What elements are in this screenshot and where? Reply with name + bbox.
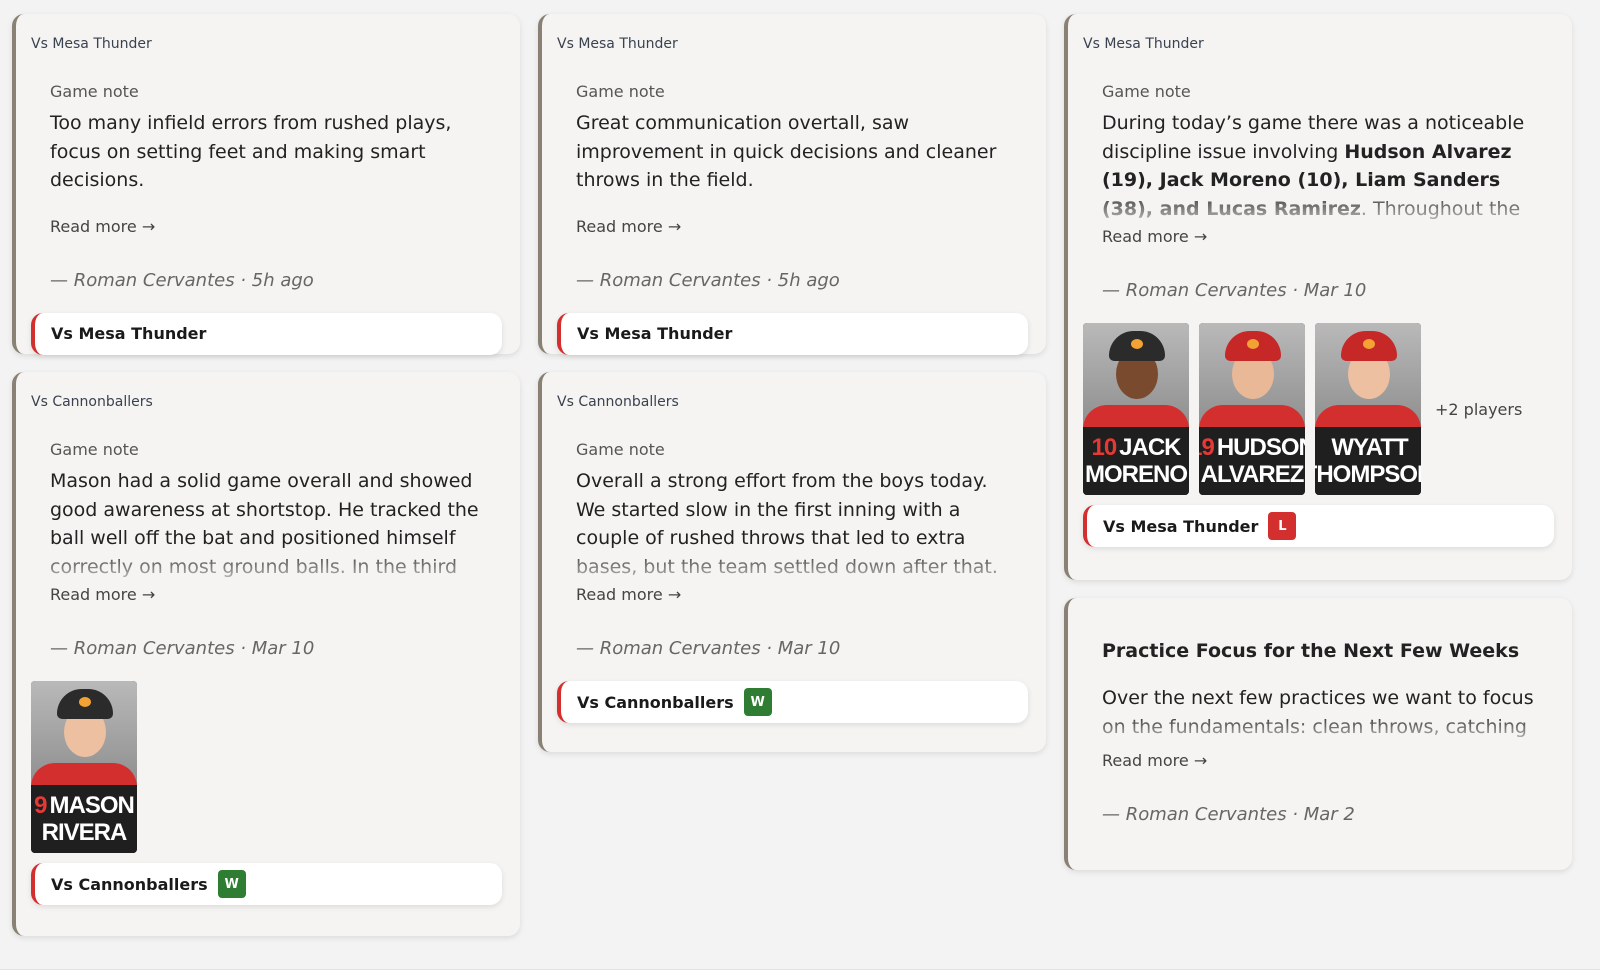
player-last-name: ALVAREZ — [1200, 461, 1305, 488]
player-card[interactable]: 19HUDSONALVAREZ — [1199, 323, 1305, 495]
note-type-label: Game note — [50, 82, 139, 101]
game-tag[interactable]: Vs Mesa Thunder L — [1083, 505, 1554, 547]
note-text: Over the next few practices we want to f… — [1102, 687, 1534, 738]
read-more-link[interactable]: Read more → — [576, 217, 681, 236]
player-card[interactable]: WYATTTHOMPSON — [1315, 323, 1421, 495]
note-body: Game note During today’s game there was … — [1083, 82, 1554, 301]
player-nameplate: WYATTTHOMPSON — [1315, 427, 1421, 495]
column-middle: Vs Mesa Thunder Game note Great communic… — [538, 14, 1046, 770]
player-number: 19 — [1199, 434, 1215, 461]
game-note-card[interactable]: Vs Mesa Thunder Game note Too many infie… — [12, 14, 520, 355]
player-card[interactable]: 9 MASON RIVERA — [31, 681, 137, 853]
game-tag-label: Vs Cannonballers — [51, 874, 208, 894]
column-left: Vs Mesa Thunder Game note Too many infie… — [12, 14, 520, 954]
player-nameplate: 10 JACK MORENO — [1083, 427, 1189, 495]
author-byline: — Roman Cervantes · 5h ago — [50, 269, 314, 291]
note-text: During today’s game there was a noticeab… — [1102, 109, 1546, 223]
game-tag-label: Vs Mesa Thunder — [1103, 516, 1259, 536]
game-tag-label: Vs Cannonballers — [577, 692, 734, 712]
author-byline: — Roman Cervantes · Mar 10 — [50, 638, 315, 659]
game-tag[interactable]: Vs Cannonballers W — [31, 863, 502, 905]
player-last-name: RIVERA — [41, 819, 128, 846]
player-photo — [1199, 323, 1305, 429]
game-tag[interactable]: Vs Mesa Thunder — [557, 312, 1028, 355]
game-note-card[interactable]: Vs Mesa Thunder Game note Great communic… — [538, 14, 1046, 355]
note-body: Game note Mason had a solid game overall… — [31, 440, 502, 659]
player-last-name: MORENO — [1085, 461, 1188, 488]
note-body: Practice Focus for the Next Few Weeks Ov… — [1083, 640, 1554, 825]
player-first-name: WYATT — [1331, 434, 1408, 461]
game-note-card[interactable]: Vs Cannonballers Game note Mason had a s… — [12, 372, 520, 936]
note-type-label: Game note — [1102, 82, 1191, 101]
game-tag[interactable]: Vs Mesa Thunder — [31, 312, 502, 355]
bottom-edge — [0, 969, 1600, 980]
player-number: 10 — [1091, 434, 1117, 461]
player-list: 10JACKMORENO19HUDSONALVAREZWYATTTHOMPSON… — [1083, 323, 1554, 495]
card-header: Vs Mesa Thunder — [1083, 36, 1204, 52]
author-byline: — Roman Cervantes · Mar 10 — [576, 638, 841, 659]
card-header: Vs Cannonballers — [31, 394, 153, 410]
author-byline: — Roman Cervantes · 5h ago — [576, 269, 840, 291]
note-body: Game note Great communication overtall, … — [557, 82, 1028, 291]
note-text: Too many infield errors from rushed play… — [50, 112, 452, 191]
note-type-label: Game note — [576, 82, 665, 101]
player-list: 9 MASON RIVERA — [31, 681, 502, 853]
game-note-card[interactable]: Vs Cannonballers Game note Overall a str… — [538, 372, 1046, 752]
player-photo — [31, 681, 137, 787]
note-type-label: Game note — [50, 440, 139, 459]
player-photo — [1315, 323, 1421, 429]
player-card[interactable]: 10 JACK MORENO — [1083, 323, 1189, 495]
result-badge: W — [743, 688, 772, 716]
player-last-name: THOMPSON — [1315, 461, 1421, 488]
note-type-label: Game note — [576, 440, 665, 459]
practice-note-card[interactable]: Practice Focus for the Next Few Weeks Ov… — [1064, 598, 1572, 870]
author-byline: — Roman Cervantes · Mar 2 — [1102, 804, 1355, 825]
more-players-link[interactable]: +2 players — [1435, 400, 1522, 419]
card-header: Vs Mesa Thunder — [31, 36, 152, 52]
player-first-name: HUDSON — [1216, 434, 1305, 461]
player-nameplate: 9 MASON RIVERA — [31, 785, 137, 853]
result-badge: L — [1268, 512, 1297, 540]
read-more-link[interactable]: Read more → — [576, 585, 681, 604]
note-body: Game note Too many infield errors from r… — [31, 82, 502, 291]
player-first-name: MASON — [49, 792, 135, 819]
player-photo — [1083, 323, 1189, 429]
read-more-link[interactable]: Read more → — [1102, 227, 1207, 246]
author-byline: — Roman Cervantes · Mar 10 — [1102, 280, 1367, 301]
result-badge: W — [217, 870, 246, 898]
read-more-link[interactable]: Read more → — [50, 585, 155, 604]
read-more-link[interactable]: Read more → — [1102, 751, 1207, 770]
note-text: Overall a strong effort from the boys to… — [576, 470, 998, 578]
game-note-card[interactable]: Vs Mesa Thunder Game note During today’s… — [1064, 14, 1572, 580]
note-title: Practice Focus for the Next Few Weeks — [1102, 640, 1520, 662]
card-header: Vs Mesa Thunder — [557, 36, 678, 52]
game-tag-label: Vs Mesa Thunder — [51, 324, 207, 343]
column-right: Vs Mesa Thunder Game note During today’s… — [1064, 14, 1572, 888]
note-text: Great communication overtall, saw improv… — [576, 112, 997, 191]
game-tag-label: Vs Mesa Thunder — [577, 324, 733, 343]
player-number: 9 — [34, 792, 47, 819]
note-body: Game note Overall a strong effort from t… — [557, 440, 1028, 659]
game-tag[interactable]: Vs Cannonballers W — [557, 681, 1028, 723]
player-first-name: JACK — [1119, 434, 1181, 461]
card-header: Vs Cannonballers — [557, 394, 679, 410]
player-nameplate: 19HUDSONALVAREZ — [1199, 427, 1305, 495]
note-text: Mason had a solid game overall and showe… — [50, 470, 479, 578]
read-more-link[interactable]: Read more → — [50, 217, 155, 236]
